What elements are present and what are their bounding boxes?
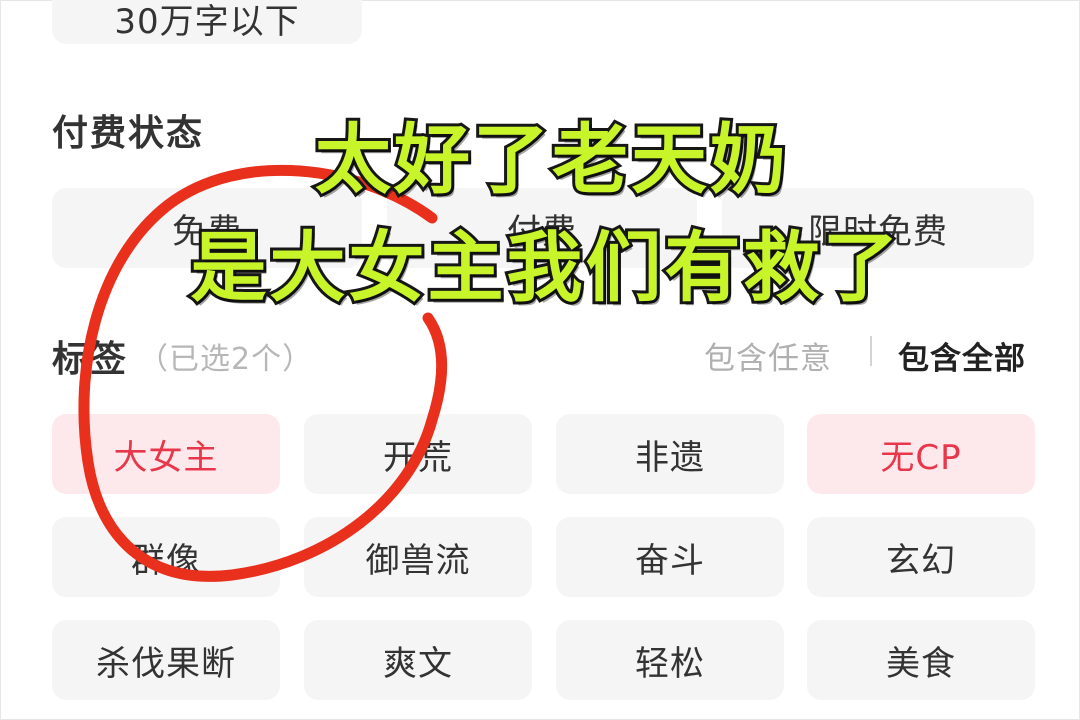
payment-option-paid-label: 付费 xyxy=(507,211,577,252)
word-count-option-label: 30万字以下 xyxy=(114,1,300,42)
match-all-toggle[interactable]: 包含全部 xyxy=(898,333,1026,378)
tags-selected-count: （已选2个） xyxy=(138,342,314,377)
tag-chip[interactable]: 大女主 xyxy=(52,414,280,494)
payment-status-title: 付费状态 xyxy=(52,113,205,154)
tag-chip-label: 非遗 xyxy=(635,437,705,478)
match-any-toggle[interactable]: 包含任意 xyxy=(704,333,832,378)
tag-chip-label: 群像 xyxy=(131,540,201,581)
tag-chip[interactable]: 无CP xyxy=(807,414,1035,494)
tag-chip[interactable]: 轻松 xyxy=(556,620,784,700)
tag-chip-label: 无CP xyxy=(880,437,962,478)
tag-chip[interactable]: 御兽流 xyxy=(304,517,532,597)
tag-chip-label: 轻松 xyxy=(635,643,705,684)
payment-option-free[interactable]: 免费 xyxy=(52,188,362,268)
tag-chip-label: 开荒 xyxy=(383,437,453,478)
tag-chip[interactable]: 开荒 xyxy=(304,414,532,494)
tag-chip[interactable]: 爽文 xyxy=(304,620,532,700)
tag-chip[interactable]: 群像 xyxy=(52,517,280,597)
tag-chip-label: 杀伐果断 xyxy=(96,643,236,684)
tag-chip-label: 玄幻 xyxy=(886,540,956,581)
tag-chip[interactable]: 杀伐果断 xyxy=(52,620,280,700)
tags-title: 标签 xyxy=(52,339,129,380)
tag-chip-label: 爽文 xyxy=(383,643,453,684)
payment-option-paid[interactable]: 付费 xyxy=(387,188,697,268)
tag-chip[interactable]: 非遗 xyxy=(556,414,784,494)
tag-chip-label: 美食 xyxy=(886,643,956,684)
tag-chip-label: 御兽流 xyxy=(365,540,471,581)
word-count-option[interactable]: 30万字以下 xyxy=(52,0,362,44)
payment-option-limited-free[interactable]: 限时免费 xyxy=(722,188,1034,268)
tag-chip[interactable]: 奋斗 xyxy=(556,517,784,597)
tag-chip-label: 奋斗 xyxy=(635,540,705,581)
tag-chip[interactable]: 玄幻 xyxy=(807,517,1035,597)
tag-chip[interactable]: 美食 xyxy=(807,620,1035,700)
mode-divider xyxy=(870,336,872,366)
tag-chip-label: 大女主 xyxy=(113,437,219,478)
payment-option-limited-free-label: 限时免费 xyxy=(808,211,948,252)
payment-option-free-label: 免费 xyxy=(172,211,242,252)
